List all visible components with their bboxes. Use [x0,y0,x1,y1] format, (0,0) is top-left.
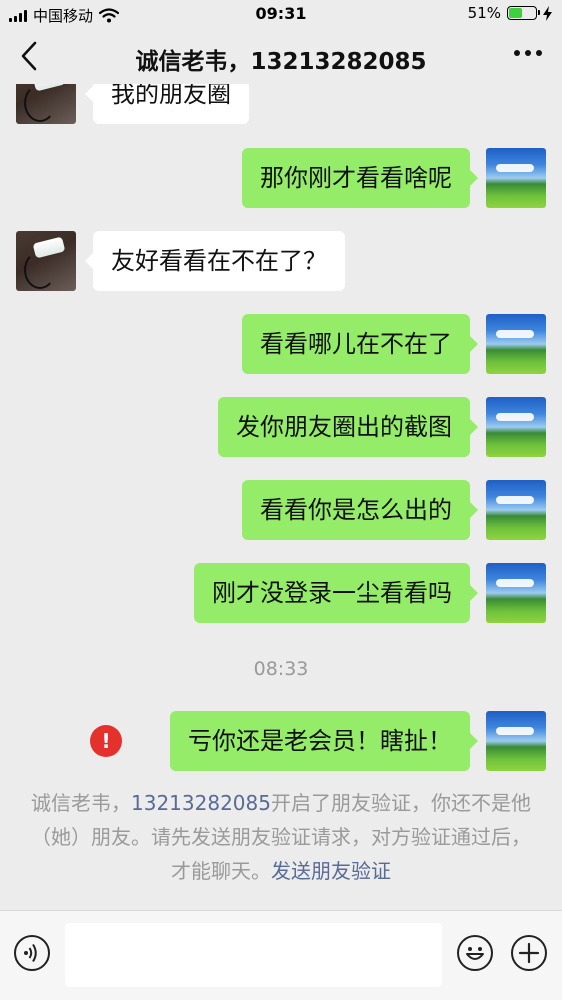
message-list[interactable]: 我的朋友圈 那你刚才看看啥呢 友好看看在不在了？ 看看哪儿在不在了 发你朋友圈出… [0,84,562,910]
notice-phone-link[interactable]: 13213282085 [131,791,271,815]
my-avatar[interactable] [486,563,546,623]
friend-avatar[interactable] [16,84,76,124]
outgoing-message-failed[interactable]: 亏你还是老会员！瞎扯！ [170,711,478,771]
outgoing-message[interactable]: 那你刚才看看啥呢 [242,148,478,208]
plus-icon [518,942,540,964]
more-icon [514,50,520,56]
friend-verification-notice: 诚信老韦，13213282085开启了朋友验证，你还不是他（她）朋友。请先发送朋… [30,786,532,888]
outgoing-message[interactable]: 刚才没登录一尘看看吗 [194,563,478,623]
send-verification-link[interactable]: 发送朋友验证 [271,859,391,883]
voice-button[interactable] [14,935,50,971]
outgoing-message[interactable]: 看看哪儿在不在了 [242,314,478,374]
more-actions-button[interactable] [511,935,547,971]
incoming-message[interactable]: 友好看看在不在了？ [85,231,345,291]
chat-title: 诚信老韦，13213282085 [135,49,427,75]
outgoing-message[interactable]: 发你朋友圈出的截图 [218,397,478,457]
my-avatar[interactable] [486,480,546,540]
send-failed-icon[interactable]: ! [90,725,122,757]
my-avatar[interactable] [486,397,546,457]
battery-icon [507,6,540,20]
my-avatar[interactable] [486,711,546,771]
message-input[interactable] [65,923,442,987]
voice-icon [24,943,37,963]
outgoing-message[interactable]: 看看你是怎么出的 [242,480,478,540]
nav-bar: 诚信老韦，13213282085 [0,28,562,84]
status-bar: 中国移动 09:31 51% [0,0,562,28]
my-avatar[interactable] [486,148,546,208]
emoji-icon [466,947,484,960]
charging-icon [543,5,552,21]
notice-name: 诚信老韦， [31,791,131,815]
friend-avatar[interactable] [16,231,76,291]
my-avatar[interactable] [486,314,546,374]
emoji-button[interactable] [457,935,493,971]
message-timestamp: 08:33 [253,658,309,680]
incoming-message[interactable]: 我的朋友圈 [85,84,249,124]
chevron-left-icon [21,41,37,71]
battery-percent: 51% [467,4,501,22]
back-button[interactable] [16,40,46,72]
input-bar [0,910,562,1000]
more-button[interactable] [514,50,542,56]
